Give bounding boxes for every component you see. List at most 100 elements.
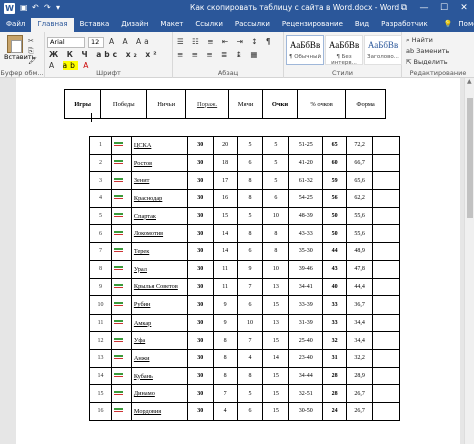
draws-cell[interactable]: 8 xyxy=(236,366,264,386)
wins-cell[interactable]: 20 xyxy=(212,136,238,155)
percent-cell[interactable]: 47,8 xyxy=(346,259,374,279)
percent-cell[interactable]: 55,6 xyxy=(346,206,374,226)
wins-cell[interactable]: 11 xyxy=(212,259,238,279)
form-cell[interactable] xyxy=(372,331,400,351)
draws-cell[interactable]: 7 xyxy=(236,277,264,297)
header-draws[interactable]: Ничьи xyxy=(146,89,186,119)
losses-cell[interactable]: 5 xyxy=(262,136,290,155)
font-name-select[interactable]: Arial xyxy=(47,37,85,48)
goals-cell[interactable]: 43-33 xyxy=(288,224,324,244)
percent-cell[interactable]: 26,7 xyxy=(346,402,374,421)
form-cell[interactable] xyxy=(372,402,400,421)
header-percent[interactable]: % очков xyxy=(297,89,347,119)
minimize-button[interactable]: — xyxy=(414,0,434,17)
wins-cell[interactable]: 16 xyxy=(212,189,238,208)
games-cell[interactable]: 30 xyxy=(186,189,214,208)
form-cell[interactable] xyxy=(372,153,400,173)
goals-cell[interactable]: 48-39 xyxy=(288,206,324,226)
points-cell[interactable]: 33 xyxy=(322,313,348,333)
goals-cell[interactable]: 23-40 xyxy=(288,349,324,368)
find-button[interactable]: ⌕ Найти xyxy=(406,35,449,46)
wins-cell[interactable]: 17 xyxy=(212,171,238,191)
losses-cell[interactable]: 8 xyxy=(262,224,290,244)
scrollbar-thumb[interactable] xyxy=(467,98,473,218)
scroll-up-icon[interactable]: ▲ xyxy=(467,78,472,85)
losses-cell[interactable]: 15 xyxy=(262,384,290,404)
team-logo-icon[interactable] xyxy=(110,189,132,208)
losses-cell[interactable]: 13 xyxy=(262,277,290,297)
percent-cell[interactable]: 34,4 xyxy=(346,331,374,351)
games-cell[interactable]: 30 xyxy=(186,171,214,191)
form-cell[interactable] xyxy=(372,259,400,279)
position-cell[interactable]: 8 xyxy=(89,259,112,279)
wins-cell[interactable]: 14 xyxy=(212,242,238,261)
games-cell[interactable]: 30 xyxy=(186,366,214,386)
team-name-cell[interactable]: Мордовия xyxy=(130,402,188,421)
team-name-cell[interactable]: Терек xyxy=(130,242,188,261)
style-normal[interactable]: АаБбВв ¶ Обычный xyxy=(286,35,324,65)
form-cell[interactable] xyxy=(372,224,400,244)
team-name-cell[interactable]: Кубань xyxy=(130,366,188,386)
tab-references[interactable]: Ссылки xyxy=(189,18,229,32)
draws-cell[interactable]: 6 xyxy=(236,295,264,315)
points-cell[interactable]: 65 xyxy=(322,136,348,155)
team-logo-icon[interactable] xyxy=(110,384,132,404)
draws-cell[interactable]: 8 xyxy=(236,189,264,208)
team-name-cell[interactable]: Ростов xyxy=(130,153,188,173)
team-logo-icon[interactable] xyxy=(110,224,132,244)
ribbon-display-options-icon[interactable]: ⧉ xyxy=(394,0,414,17)
games-cell[interactable]: 30 xyxy=(186,242,214,261)
header-games[interactable]: Игры xyxy=(63,89,102,119)
team-name-cell[interactable]: Крылья Советов xyxy=(130,277,188,297)
wins-cell[interactable]: 18 xyxy=(212,153,238,173)
games-cell[interactable]: 30 xyxy=(186,295,214,315)
games-cell[interactable]: 30 xyxy=(186,277,214,297)
maximize-button[interactable]: ☐ xyxy=(434,0,454,17)
percent-cell[interactable]: 44,4 xyxy=(346,277,374,297)
percent-cell[interactable]: 34,4 xyxy=(346,313,374,333)
goals-cell[interactable]: 30-50 xyxy=(288,402,324,421)
percent-cell[interactable]: 62,2 xyxy=(346,189,374,208)
position-cell[interactable]: 5 xyxy=(89,206,112,226)
tab-insert[interactable]: Вставка xyxy=(74,18,116,32)
draws-cell[interactable]: 5 xyxy=(236,136,264,155)
tab-review[interactable]: Рецензирование xyxy=(276,18,349,32)
draws-cell[interactable]: 8 xyxy=(236,224,264,244)
position-cell[interactable]: 12 xyxy=(89,331,112,351)
goals-cell[interactable]: 31-39 xyxy=(288,313,324,333)
draws-cell[interactable]: 9 xyxy=(236,259,264,279)
customize-quick-access-icon[interactable]: ▾ xyxy=(56,3,60,12)
losses-cell[interactable]: 13 xyxy=(262,313,290,333)
position-cell[interactable]: 14 xyxy=(89,366,112,386)
tab-layout[interactable]: Макет xyxy=(154,18,189,32)
points-cell[interactable]: 44 xyxy=(322,242,348,261)
wins-cell[interactable]: 15 xyxy=(212,206,238,226)
list-icons[interactable]: ☰ ☷ ≡ ⇤ ⇥ ↕ ¶ xyxy=(177,37,274,46)
form-cell[interactable] xyxy=(372,349,400,368)
paste-button[interactable]: Вставить xyxy=(4,35,35,61)
style-heading[interactable]: АаБбВв Заголово... xyxy=(364,35,402,65)
goals-cell[interactable]: 25-40 xyxy=(288,331,324,351)
team-name-cell[interactable]: Уфа xyxy=(130,331,188,351)
position-cell[interactable]: 4 xyxy=(89,189,112,208)
percent-cell[interactable]: 66,7 xyxy=(346,153,374,173)
form-cell[interactable] xyxy=(372,171,400,191)
vertical-scrollbar[interactable]: ▲ xyxy=(464,78,474,444)
games-cell[interactable]: 30 xyxy=(186,349,214,368)
header-goals[interactable]: Мячи xyxy=(228,89,263,119)
goals-cell[interactable]: 34-44 xyxy=(288,366,324,386)
team-name-cell[interactable]: Локомотив xyxy=(130,224,188,244)
goals-cell[interactable]: 32-51 xyxy=(288,384,324,404)
percent-cell[interactable]: 28,9 xyxy=(346,366,374,386)
losses-cell[interactable]: 8 xyxy=(262,242,290,261)
team-logo-icon[interactable] xyxy=(110,242,132,261)
alignment-icons[interactable]: ≡ ≡ ≡ ≣ ↨ ▦ xyxy=(177,50,260,59)
points-cell[interactable]: 28 xyxy=(322,384,348,404)
tab-home[interactable]: Главная xyxy=(31,18,74,32)
header-wins[interactable]: Победы xyxy=(100,89,148,119)
points-cell[interactable]: 28 xyxy=(322,366,348,386)
losses-cell[interactable]: 14 xyxy=(262,349,290,368)
draws-cell[interactable]: 6 xyxy=(236,242,264,261)
points-cell[interactable]: 56 xyxy=(322,189,348,208)
losses-cell[interactable]: 15 xyxy=(262,366,290,386)
